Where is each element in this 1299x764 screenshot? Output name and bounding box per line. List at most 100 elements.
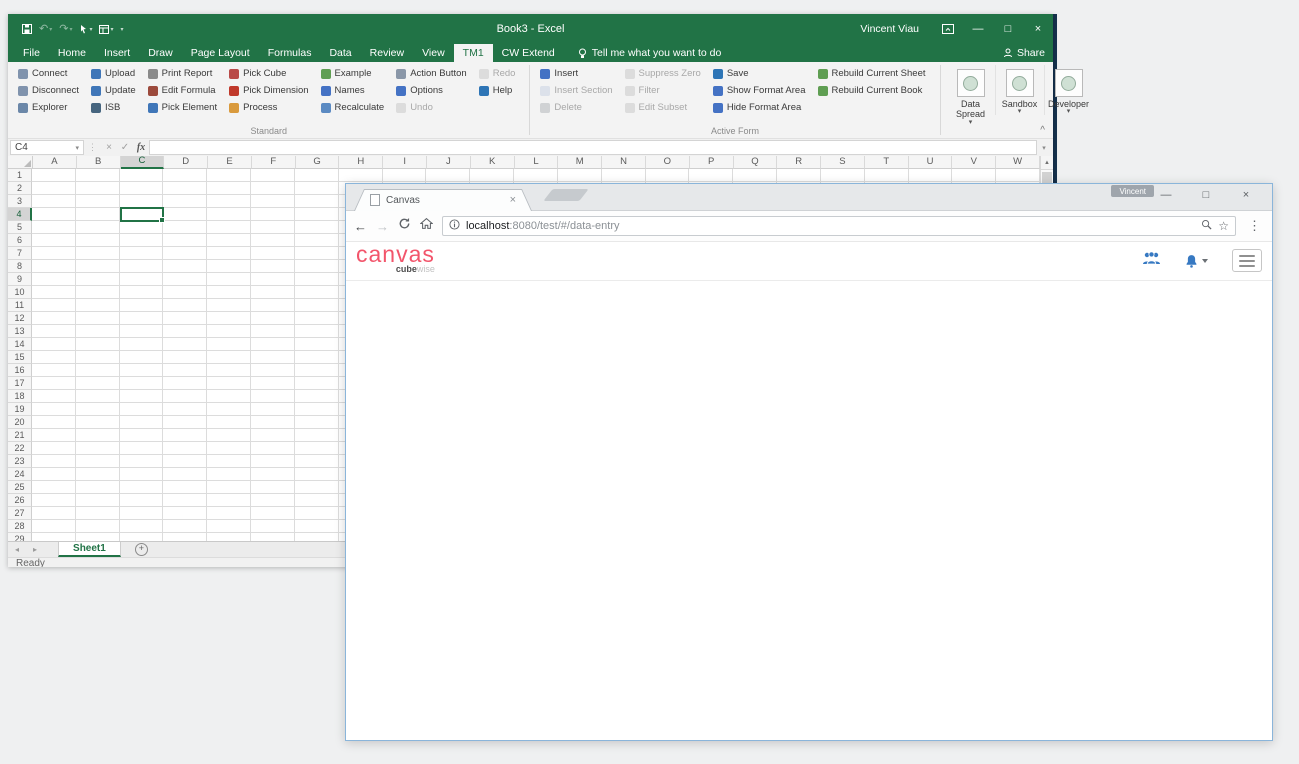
row-header-28[interactable]: 28 (8, 520, 32, 533)
name-box-caret-icon[interactable]: ▾ (75, 144, 79, 152)
next-sheet-icon[interactable]: ▸ (26, 542, 44, 557)
column-header-b[interactable]: B (76, 156, 121, 169)
menu-icon[interactable] (1232, 249, 1262, 272)
maximize-button[interactable]: □ (993, 14, 1023, 44)
sheet-tab-sheet1[interactable]: Sheet1 (58, 542, 121, 557)
data-spread-button[interactable]: Data Spread ▾ (947, 65, 995, 126)
row-header-1[interactable]: 1 (8, 169, 32, 182)
column-header-h[interactable]: H (339, 156, 384, 169)
url-text[interactable]: localhost:8080/test/#/data-entry (466, 220, 1195, 232)
row-header-19[interactable]: 19 (8, 403, 32, 416)
row-header-23[interactable]: 23 (8, 455, 32, 468)
show-format-area-button[interactable]: Show Format Area (709, 82, 810, 99)
column-header-i[interactable]: I (383, 156, 428, 169)
example-button[interactable]: Example (317, 65, 389, 82)
recalculate-button[interactable]: Recalculate (317, 99, 389, 116)
ribbon-tab-review[interactable]: Review (361, 44, 413, 62)
row-header-29[interactable]: 29 (8, 533, 32, 541)
ribbon-tab-formulas[interactable]: Formulas (259, 44, 321, 62)
tab-close-icon[interactable]: × (510, 195, 516, 206)
minimize-button[interactable]: — (1146, 184, 1186, 206)
pick-element-button[interactable]: Pick Element (144, 99, 221, 116)
column-header-a[interactable]: A (33, 156, 77, 169)
pick-dimension-button[interactable]: Pick Dimension (225, 82, 312, 99)
row-header-22[interactable]: 22 (8, 442, 32, 455)
insert-button[interactable]: Insert (536, 65, 616, 82)
save-icon[interactable] (22, 24, 32, 34)
update-button[interactable]: Update (87, 82, 140, 99)
row-header-3[interactable]: 3 (8, 195, 32, 208)
options-button[interactable]: Options (392, 82, 471, 99)
ribbon-tab-cw-extend[interactable]: CW Extend (493, 44, 564, 62)
column-header-v[interactable]: V (952, 156, 997, 169)
browser-menu-icon[interactable]: ⋮ (1245, 218, 1264, 234)
close-button[interactable]: × (1226, 184, 1266, 206)
scroll-up-icon[interactable]: ▲ (1041, 156, 1053, 170)
developer-button[interactable]: Developer ▾ (1043, 65, 1093, 116)
row-header-5[interactable]: 5 (8, 221, 32, 234)
column-header-l[interactable]: L (514, 156, 559, 169)
close-button[interactable]: × (1023, 14, 1053, 44)
ribbon-tab-data[interactable]: Data (320, 44, 360, 62)
notifications-button[interactable] (1185, 254, 1208, 268)
back-icon[interactable]: ← (354, 220, 367, 233)
save-button[interactable]: Save (709, 65, 810, 82)
row-header-14[interactable]: 14 (8, 338, 32, 351)
row-header-21[interactable]: 21 (8, 429, 32, 442)
row-header-25[interactable]: 25 (8, 481, 32, 494)
row-header-26[interactable]: 26 (8, 494, 32, 507)
signed-in-user[interactable]: Vincent Viau (860, 23, 919, 35)
column-header-c[interactable]: C (120, 156, 165, 169)
layout-icon[interactable]: ▾ (99, 24, 114, 34)
column-header-e[interactable]: E (208, 156, 252, 169)
print-report-button[interactable]: Print Report (144, 65, 221, 82)
names-button[interactable]: Names (317, 82, 389, 99)
info-icon[interactable] (449, 217, 460, 235)
column-header-g[interactable]: G (295, 156, 340, 169)
enter-entry-icon[interactable]: ✓ (117, 140, 133, 155)
connect-button[interactable]: Connect (14, 65, 83, 82)
ribbon-tab-home[interactable]: Home (49, 44, 95, 62)
pick-cube-button[interactable]: Pick Cube (225, 65, 312, 82)
upload-button[interactable]: Upload (87, 65, 140, 82)
users-icon[interactable] (1142, 251, 1161, 270)
ribbon-tab-tm1[interactable]: TM1 (453, 44, 493, 62)
explorer-button[interactable]: Explorer (14, 99, 83, 116)
ribbon-tab-page-layout[interactable]: Page Layout (182, 44, 259, 62)
disconnect-button[interactable]: Disconnect (14, 82, 83, 99)
column-header-q[interactable]: Q (733, 156, 778, 169)
column-header-w[interactable]: W (996, 156, 1040, 169)
canvas-logo[interactable]: canvas cubewise (356, 243, 435, 274)
selected-cell[interactable] (119, 207, 166, 223)
row-header-9[interactable]: 9 (8, 273, 32, 286)
browser-tab-canvas[interactable]: Canvas × (354, 189, 532, 211)
row-header-6[interactable]: 6 (8, 234, 32, 247)
ribbon-tab-insert[interactable]: Insert (95, 44, 139, 62)
help-button[interactable]: Help (475, 82, 520, 99)
zoom-icon[interactable] (1201, 217, 1212, 235)
ribbon-display-options-icon[interactable] (933, 14, 963, 44)
column-header-r[interactable]: R (777, 156, 822, 169)
minimize-button[interactable]: — (963, 14, 993, 44)
action-button-button[interactable]: Action Button (392, 65, 471, 82)
row-header-4[interactable]: 4 (8, 208, 32, 221)
row-header-7[interactable]: 7 (8, 247, 32, 260)
column-header-f[interactable]: F (251, 156, 296, 169)
row-header-11[interactable]: 11 (8, 299, 32, 312)
edit-formula-button[interactable]: Edit Formula (144, 82, 221, 99)
row-header-10[interactable]: 10 (8, 286, 32, 299)
row-header-8[interactable]: 8 (8, 260, 32, 273)
isb-button[interactable]: ISB (87, 99, 140, 116)
insert-function-icon[interactable]: fx (133, 140, 149, 155)
touch-mode-icon[interactable]: ▾ (79, 24, 92, 34)
column-header-j[interactable]: J (427, 156, 471, 169)
customize-qat-icon[interactable]: ▾ (121, 26, 124, 33)
expand-formula-bar-icon[interactable]: ▾ (1037, 140, 1051, 155)
ribbon-tab-view[interactable]: View (413, 44, 454, 62)
row-header-12[interactable]: 12 (8, 312, 32, 325)
column-header-d[interactable]: D (164, 156, 209, 169)
row-header-15[interactable]: 15 (8, 351, 32, 364)
row-header-24[interactable]: 24 (8, 468, 32, 481)
hide-format-area-button[interactable]: Hide Format Area (709, 99, 810, 116)
column-header-n[interactable]: N (602, 156, 646, 169)
